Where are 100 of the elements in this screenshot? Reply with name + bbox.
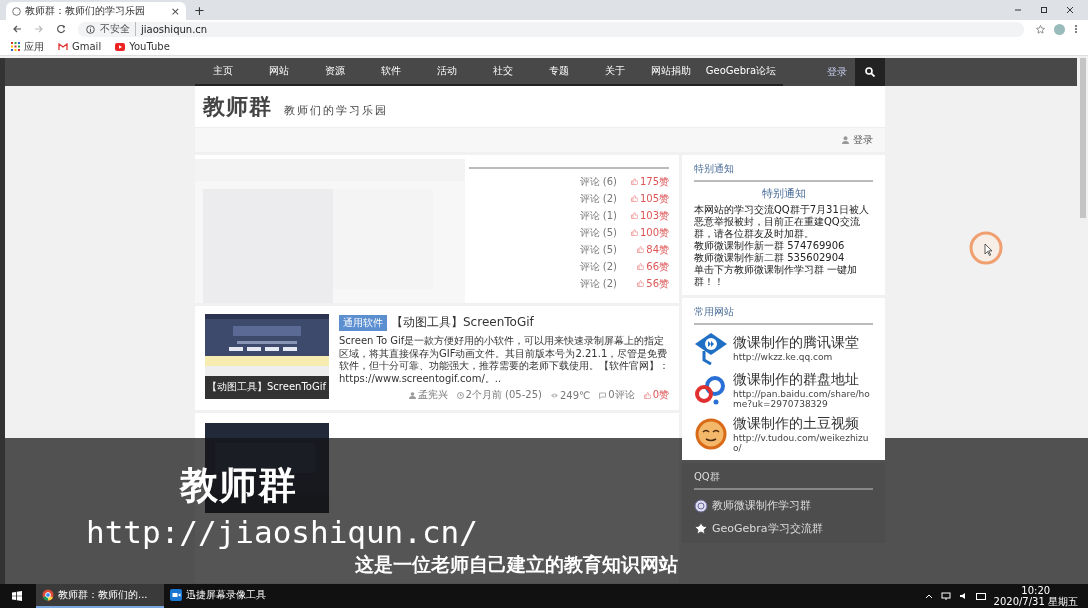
taskbar-app[interactable]: 教师群：教师们的... — [36, 584, 164, 608]
like-count[interactable]: 175赞 — [627, 174, 669, 189]
back-icon — [12, 24, 22, 34]
scrollbar[interactable] — [1080, 58, 1086, 218]
qq-group-link[interactable]: GeoGebra学习交流群 — [694, 521, 873, 536]
bookmark-link[interactable]: YouTube — [115, 41, 170, 52]
restore-icon — [1040, 6, 1048, 14]
clock-time: 10:20 — [1021, 585, 1051, 596]
link-title: 微课制作的土豆视频 — [733, 415, 860, 433]
cloud-icon — [694, 373, 728, 407]
site-logo[interactable]: 教师群 — [203, 91, 272, 122]
notice-title: 特别通知 — [760, 186, 807, 201]
article-title[interactable]: 【动图工具】ScreenToGif — [391, 314, 534, 331]
bookmark-label: 应用 — [24, 39, 44, 54]
speaker-icon — [958, 592, 968, 600]
like-count[interactable]: 84赞 — [627, 242, 669, 257]
login-link[interactable]: 登录 — [842, 133, 873, 147]
link-url: http://pan.baidu.com/share/home?uk=2970738329 — [733, 389, 871, 409]
qq-group-link[interactable]: 教师微课制作学习群 — [694, 498, 873, 513]
like-count[interactable]: 105赞 — [627, 191, 669, 206]
like-count[interactable]: 103赞 — [627, 208, 669, 223]
menu-icon — [1074, 24, 1078, 34]
thumbs-up-icon — [630, 195, 638, 202]
close-tab-button[interactable]: × — [170, 4, 180, 18]
comment-count: 0评论 — [599, 388, 635, 402]
windows-icon — [12, 591, 22, 601]
security-label: 不安全 — [100, 22, 136, 36]
article-excerpt: Screen To Gif是一款方便好用的小软件，可以用来快速录制屏幕上的指定区域，将其直接保存为GIF动画文件。其目前版本号为2.21.1，尽管是免费软件，但十分可靠、功能强大，推荐需要的老师下载使用。【软件官网】：https://www.screentogif.com/。.. — [339, 335, 669, 385]
network-icon — [940, 592, 951, 600]
article-thumbnail[interactable]: 【动图工具】ScreenToGif — [205, 314, 329, 399]
bookmark-label: YouTube — [129, 41, 170, 52]
thumbnail-caption: 【动图工具】ScreenToGif — [205, 376, 329, 399]
comment-count[interactable]: 评论 (6) — [579, 174, 617, 189]
article-time: 2个月前 (05-25) — [456, 388, 542, 402]
thumbs-up-icon — [630, 178, 638, 185]
cursor-highlight-icon — [968, 230, 1004, 266]
widget-heading: QQ群 — [694, 470, 873, 490]
close-icon — [1066, 6, 1074, 14]
clock-icon — [456, 391, 464, 399]
circle-badge-icon — [694, 498, 708, 513]
link-title: 微课制作的腾讯课堂 — [733, 334, 859, 352]
user-icon — [842, 136, 849, 144]
site-link[interactable]: 微课制作的腾讯课堂 http://wkzz.ke.qq.com — [694, 331, 873, 365]
tab-title: 教师群：教师们的学习乐园 — [25, 4, 146, 18]
play-icon — [115, 42, 126, 51]
thumbs-up-icon — [637, 280, 645, 287]
thumbs-up-icon — [630, 212, 638, 219]
smiley-icon — [694, 417, 728, 451]
comment-count[interactable]: 评论 (2) — [579, 191, 617, 206]
address-bar[interactable]: 不安全 jiaoshiqun.cn — [78, 21, 1024, 37]
bookmark-link[interactable]: Gmail — [58, 41, 102, 52]
thumbs-up-icon — [637, 246, 645, 253]
thumbs-up-icon — [643, 391, 651, 399]
like-count[interactable]: 56赞 — [627, 276, 669, 291]
like-count: 0赞 — [643, 388, 669, 402]
thumbs-up-icon — [630, 229, 638, 236]
subtitle: 这是一位老师自己建立的教育知识网站 — [355, 552, 678, 577]
comment-count[interactable]: 评论 (5) — [579, 242, 617, 257]
url-text: jiaoshiqun.cn — [141, 23, 208, 35]
play-badge-icon — [694, 331, 728, 365]
camera-icon — [170, 589, 182, 601]
avatar-icon — [1054, 23, 1065, 35]
apps-icon — [11, 42, 20, 51]
login-link[interactable]: 登录 — [827, 65, 847, 79]
link-url: http://wkzz.ke.qq.com — [733, 352, 834, 362]
browser-icon — [42, 589, 54, 601]
info-icon — [86, 24, 95, 34]
link-url: http://v.tudou.com/weikezhizuo/ — [733, 433, 870, 453]
browser-tab[interactable]: 教师群：教师们的学习乐园 × — [6, 2, 186, 20]
site-link[interactable]: 微课制作的土豆视频 http://v.tudou.com/weikezhizuo/ — [694, 415, 873, 453]
overlay-url: http://jiaoshiqun.cn/ — [86, 514, 478, 550]
like-count[interactable]: 66赞 — [627, 259, 669, 274]
user-icon — [408, 391, 416, 399]
comment-count[interactable]: 评论 (5) — [579, 225, 617, 240]
minimize-icon — [1014, 6, 1022, 14]
chevron-up-icon — [924, 593, 933, 599]
notice-text: 单击下方教师微课制作学习群 一键加群！！ — [694, 264, 859, 288]
view-count: 249℃ — [550, 388, 591, 402]
comment-count[interactable]: 评论 (2) — [579, 276, 617, 291]
taskbar-app[interactable]: 迅捷屏幕录像工具 — [164, 584, 292, 608]
article-author: 孟宪兴 — [408, 388, 448, 402]
site-tagline: 教师们的学习乐园 — [284, 103, 388, 118]
notice-text: 教师微课制作新一群 574769906 — [694, 240, 846, 252]
thumbs-up-icon — [637, 263, 645, 270]
like-count[interactable]: 100赞 — [627, 225, 669, 240]
comment-count[interactable]: 评论 (2) — [579, 259, 617, 274]
bookmark-link[interactable]: 应用 — [11, 39, 44, 54]
star-icon — [1036, 24, 1045, 34]
site-link[interactable]: 微课制作的群盘地址 http://pan.baidu.com/share/home?uk=2970738329 — [694, 371, 873, 409]
comment-count[interactable]: 评论 (1) — [579, 208, 617, 223]
widget-heading: 常用网站 — [694, 305, 873, 325]
mail-icon — [58, 42, 68, 51]
search-button[interactable] — [855, 58, 885, 86]
notice-text: 本网站的学习交流QQ群于7月31日被人恶意举报被封，目前正在重建QQ交流群，请各位群友及时加群。 — [694, 204, 870, 240]
new-tab-button[interactable]: + — [194, 3, 205, 18]
reload-icon — [56, 24, 66, 34]
forward-icon — [34, 24, 44, 34]
comment-icon — [599, 391, 607, 399]
widget-heading: 特别通知 — [694, 162, 873, 182]
search-icon — [865, 67, 875, 77]
